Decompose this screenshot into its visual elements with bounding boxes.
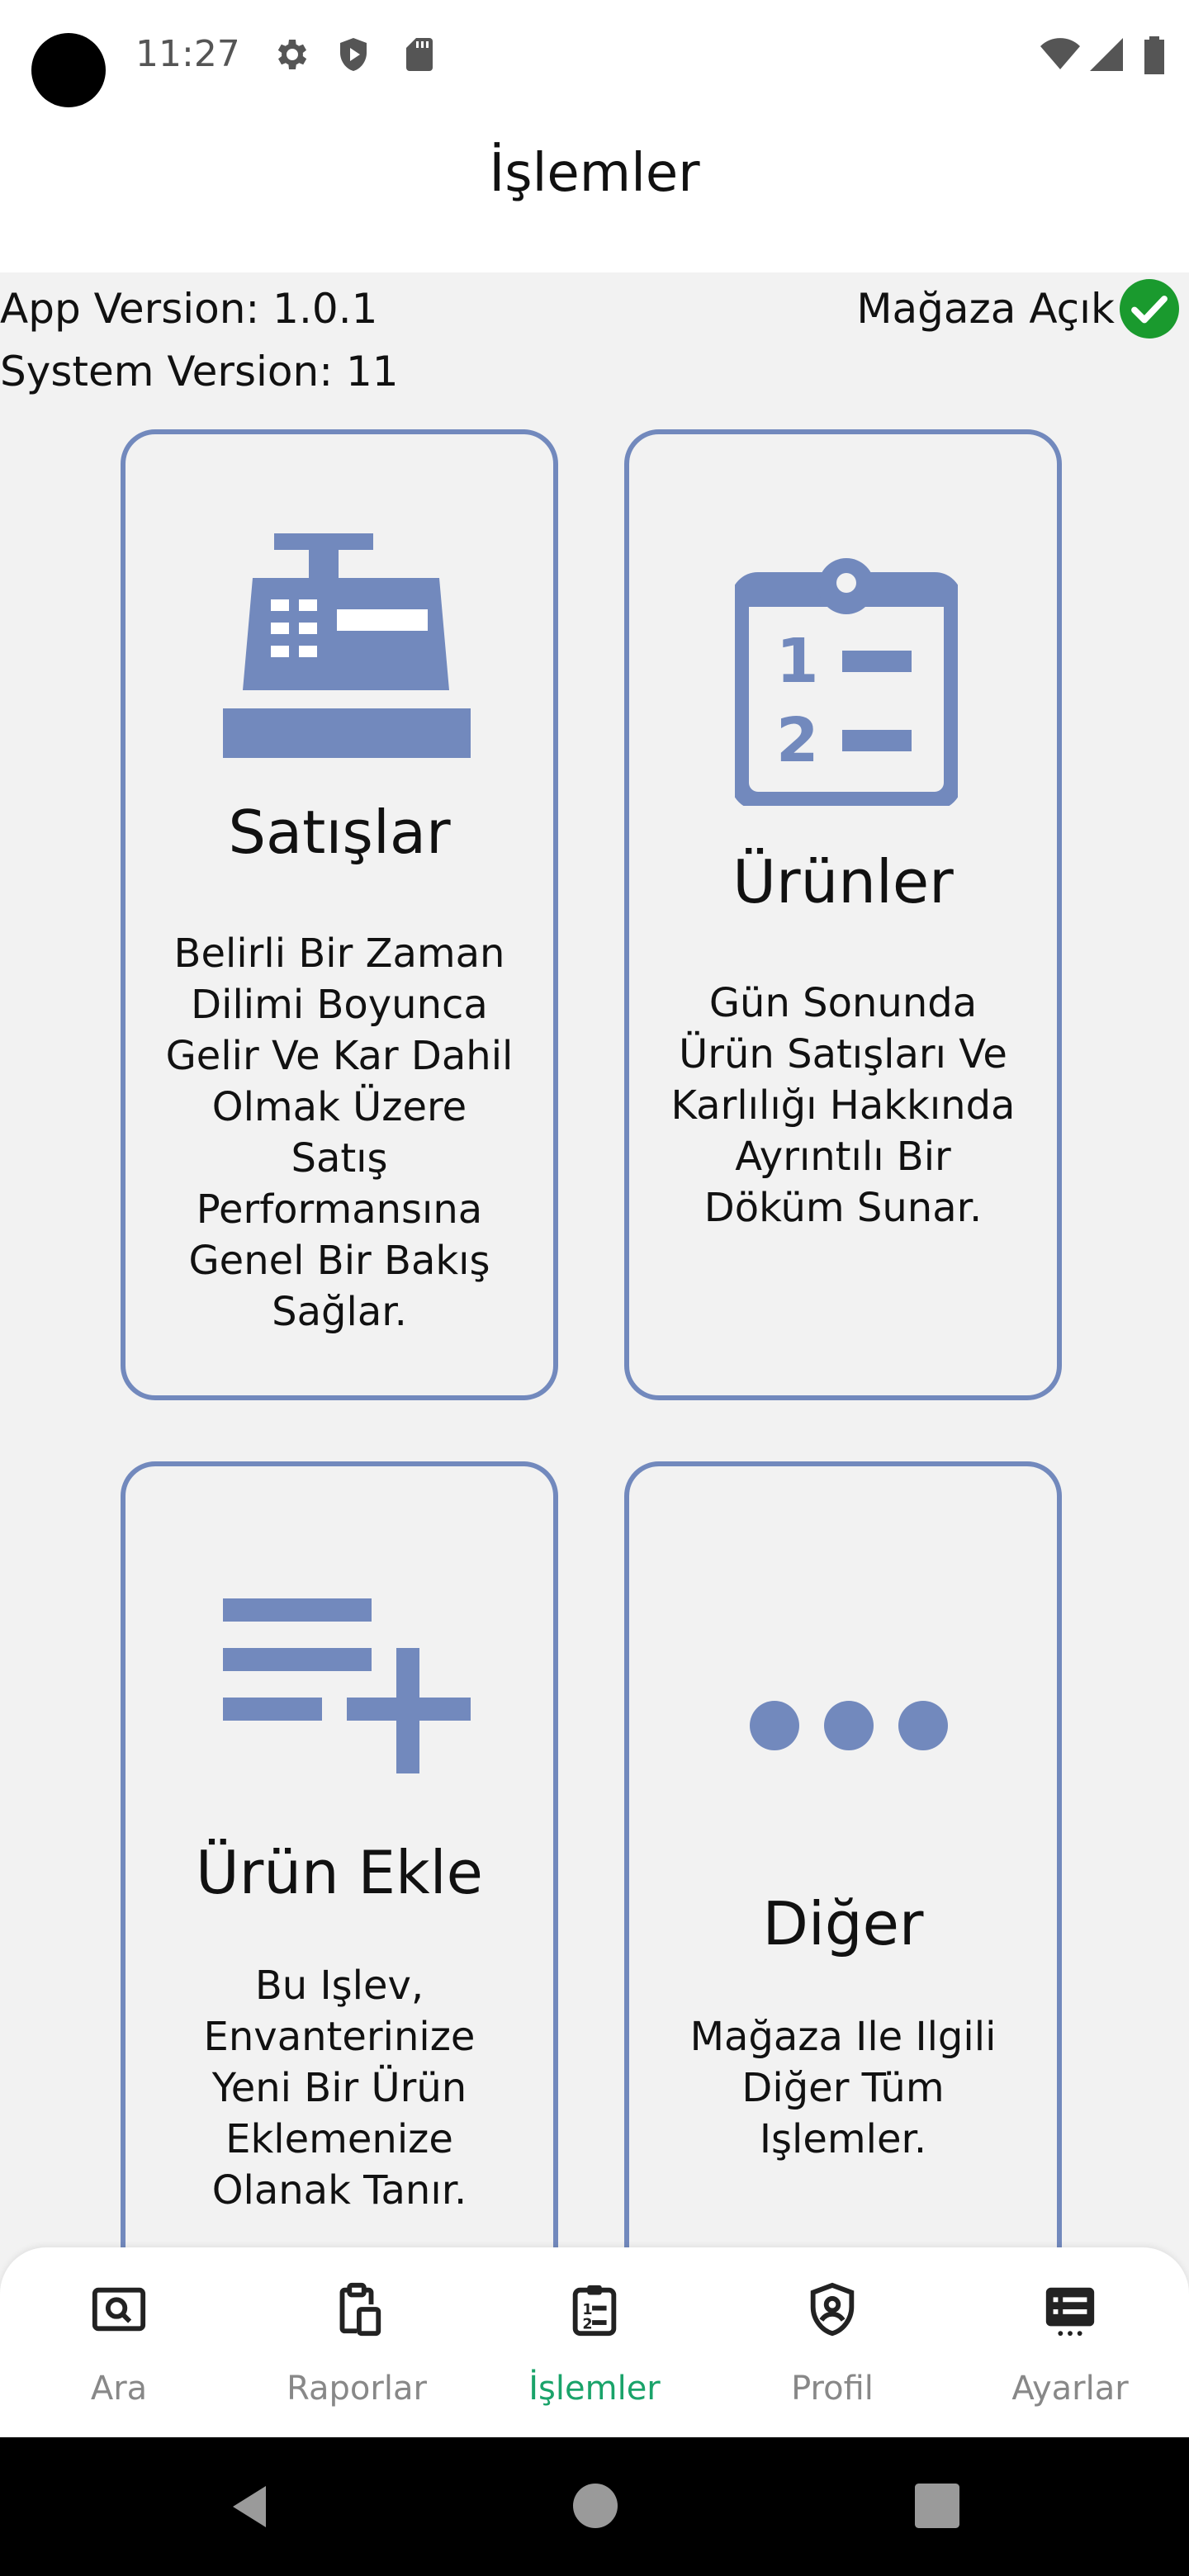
nav-label: Ara [90,2370,148,2408]
card-description: Gün Sonunda Ürün Satışları Ve Karlılığı … [670,980,1016,1231]
store-status: Mağaza Açık [856,277,1179,340]
home-icon[interactable] [573,2484,618,2528]
sd-card-icon [406,38,433,71]
more-horizontal-icon [750,1701,948,1750]
cash-register-icon [223,533,471,758]
system-version-text: System Version: 11 [0,348,399,395]
operations-icon: 1 2 [572,2285,617,2337]
card-title: Satışlar [228,798,451,867]
svg-text:1: 1 [776,626,819,697]
check-circle-icon [1120,279,1179,339]
nav-item-search[interactable]: Ara [0,2247,238,2437]
app-header: İşlemler [0,116,1189,272]
wifi-icon [1040,38,1080,69]
clipboard-list-icon: 1 2 [735,558,958,806]
nav-label: Raporlar [287,2370,427,2408]
card-sales[interactable]: Satışlar Belirli Bir Zaman Dilimi Boyunc… [121,429,558,1400]
card-add-product[interactable]: Ürün Ekle Bu Işlev, Envanterinize Yeni B… [121,1461,558,2287]
reports-icon [339,2282,381,2337]
nav-label: Ayarlar [1011,2370,1129,2408]
card-title: Ürünler [732,847,954,916]
nav-item-profile[interactable]: Profil [713,2247,951,2437]
nav-item-operations[interactable]: 1 2 İşlemler [476,2247,713,2437]
nav-item-reports[interactable]: Raporlar [238,2247,476,2437]
nav-item-settings[interactable]: Ayarlar [951,2247,1189,2437]
system-navigation-bar [0,2437,1189,2576]
nav-label: İşlemler [528,2370,661,2408]
profile-shield-icon [810,2282,855,2337]
app-version-text: App Version: 1.0.1 [0,285,378,333]
version-info: App Version: 1.0.1 System Version: 11 [0,277,399,403]
card-description: Bu Işlev, Envanterinize Yeni Bir Ürün Ek… [203,1963,476,2214]
card-description: Belirli Bir Zaman Dilimi Boyunca Gelir V… [165,930,514,1335]
camera-cutout [31,33,106,107]
playlist-add-icon [223,1598,471,1773]
settings-gear-icon [277,40,307,69]
card-other[interactable]: Diğer Mağaza Ile Ilgili Diğer Tüm Işleml… [624,1461,1062,2287]
page-title: İşlemler [489,143,700,204]
nav-label: Profil [791,2370,874,2408]
store-status-text: Mağaza Açık [856,285,1115,333]
battery-icon [1144,36,1164,74]
search-icon [92,2287,146,2332]
bottom-navigation: Ara Raporlar 1 2 İşlemler Profil Ayarlar [0,2247,1189,2437]
card-products[interactable]: 1 2 Ürünler Gün Sonunda Ürün Satışları V… [624,429,1062,1400]
signal-icon [1090,38,1123,71]
card-title: Diğer [762,1889,924,1958]
card-title: Ürün Ekle [196,1838,483,1907]
play-protect-icon [340,38,367,71]
status-bar: 11:27 [0,0,1189,116]
settings-list-icon [1045,2287,1095,2337]
card-description: Mağaza Ile Ilgili Diğer Tüm Işlemler. [689,2014,997,2162]
svg-text:2: 2 [776,705,819,776]
svg-text:2: 2 [582,2316,592,2332]
status-time: 11:27 [135,33,240,75]
back-icon[interactable] [225,2482,274,2531]
recents-icon[interactable] [915,2484,959,2528]
